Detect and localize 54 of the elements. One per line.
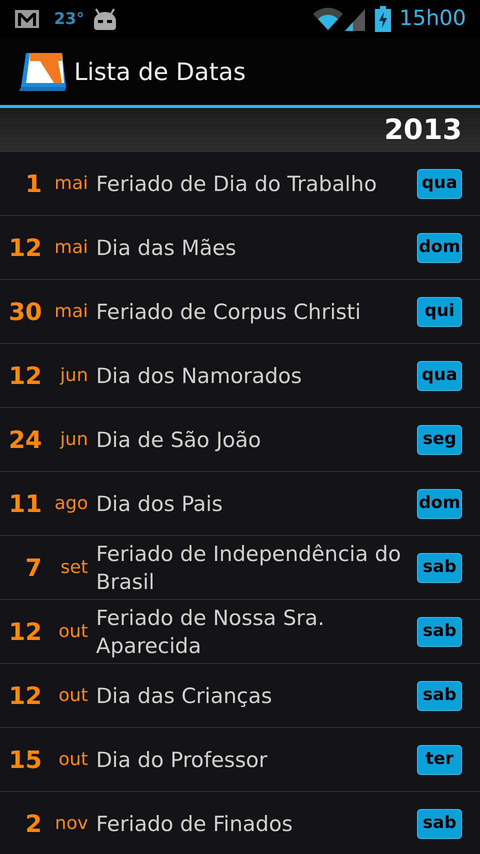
calendar-icon [18,50,68,92]
day-number: 12 [8,616,42,648]
signal-icon [345,7,366,31]
day-number: 30 [8,296,42,328]
weekday-badge: ter [417,744,462,774]
month-label: set [59,556,88,580]
month-label: out [58,684,88,708]
holiday-name: Dia dos Pais [96,490,224,518]
day-number: 12 [8,360,42,392]
day-number: 1 [24,168,42,200]
weekday-badge: sab [417,552,462,582]
day-number: 11 [8,488,42,520]
holiday-name: Dia de São João [96,426,262,454]
day-number: 2 [24,808,42,840]
month-label: mai [53,300,88,324]
month-label: mai [53,172,88,196]
day-number: 7 [24,552,42,584]
weekday-badge: sab [417,616,462,646]
clock: 15h00 [399,5,466,32]
holiday-name: Feriado de Independência do Brasil [96,540,402,596]
temperature: 23° [54,8,84,30]
month-label: jun [58,428,88,452]
month-label: out [58,620,88,644]
android-head-icon [92,7,118,31]
weekday-badge: qua [417,168,462,198]
month-label: ago [54,492,88,516]
holiday-name: Feriado de Dia do Trabalho [96,170,378,198]
month-label: nov [54,812,88,836]
day-number: 15 [8,744,42,776]
day-number: 12 [8,232,42,264]
day-number: 12 [8,680,42,712]
month-label: jun [58,364,88,388]
year-header: 2013 [0,108,480,152]
battery-charging-icon [375,6,392,32]
app-title: Lista de Datas [74,56,246,88]
wifi-icon [313,7,344,31]
holiday-name: Dia das Crianças [96,682,274,710]
day-number: 24 [8,424,42,456]
weekday-badge: dom [417,488,462,518]
weekday-badge: seg [417,424,462,454]
weekday-badge: sab [417,680,462,710]
holiday-name: Dia do Professor [96,746,268,774]
holiday-name: Dia das Mães [96,234,238,262]
weekday-badge: sab [417,808,462,838]
weekday-badge: qua [417,360,462,390]
mail-icon [14,9,40,29]
month-label: mai [53,236,88,260]
weekday-badge: dom [417,232,462,262]
holiday-name: Feriado de Finados [96,810,294,838]
holiday-name: Dia dos Namorados [96,362,303,390]
month-label: out [58,748,88,772]
holiday-name: Feriado de Corpus Christi [96,298,362,326]
holiday-name: Feriado de Nossa Sra. Aparecida [96,604,326,660]
weekday-badge: qui [417,296,462,326]
